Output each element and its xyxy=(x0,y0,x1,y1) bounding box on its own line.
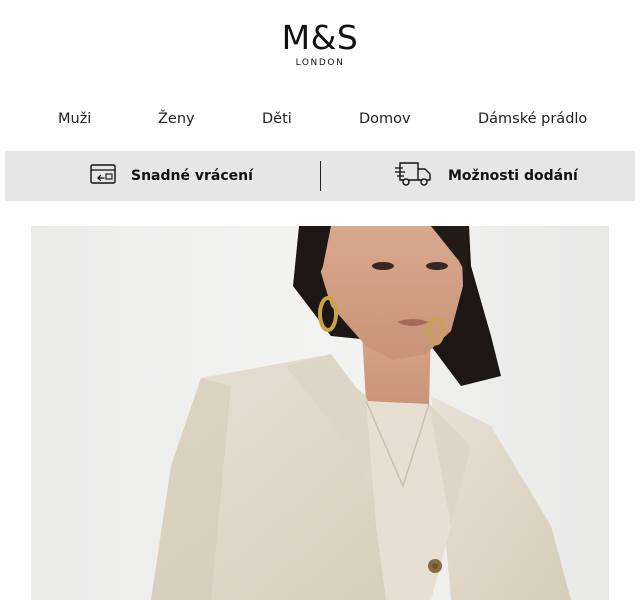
easy-returns-label: Snadné vrácení xyxy=(131,168,253,184)
nav-item-home[interactable]: Domov xyxy=(359,104,411,134)
category-nav: Muži Ženy Děti Domov Dámské prádlo xyxy=(0,104,640,134)
email-header: M&S LONDON xyxy=(0,0,640,90)
nav-item-lingerie[interactable]: Dámské prádlo xyxy=(478,104,587,134)
services-divider xyxy=(320,161,321,191)
brand-name: M&S xyxy=(281,18,359,57)
delivery-options-link[interactable]: Možnosti dodání xyxy=(394,151,578,201)
services-bar: Snadné vrácení Možnosti dodání xyxy=(5,151,635,201)
brand-tagline: LONDON xyxy=(295,58,345,68)
delivery-truck-icon xyxy=(394,160,434,192)
hero-photo-illustration xyxy=(31,226,609,600)
hero-image[interactable] xyxy=(31,226,609,600)
nav-item-women[interactable]: Ženy xyxy=(158,104,195,134)
return-package-icon xyxy=(89,162,117,190)
nav-item-kids[interactable]: Děti xyxy=(262,104,292,134)
easy-returns-link[interactable]: Snadné vrácení xyxy=(89,151,253,201)
brand-logo[interactable]: M&S LONDON xyxy=(250,18,390,68)
nav-item-men[interactable]: Muži xyxy=(58,104,91,134)
delivery-options-label: Možnosti dodání xyxy=(448,168,578,184)
